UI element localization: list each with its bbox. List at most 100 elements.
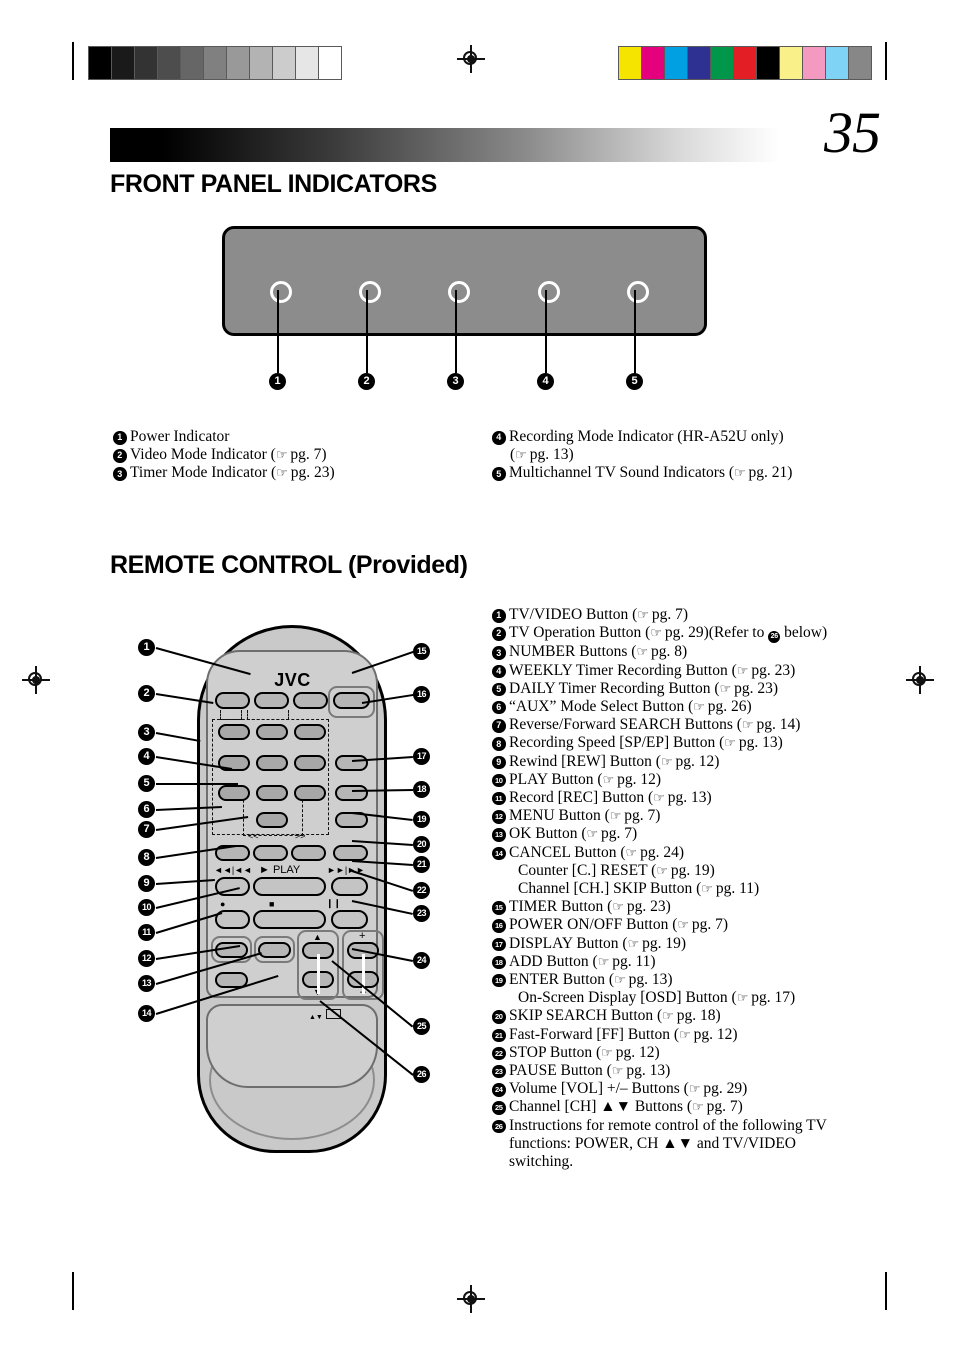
legend-item-number: 23 (492, 1064, 506, 1079)
section-title-front-panel: FRONT PANEL INDICATORS (110, 170, 437, 198)
color-swatch (780, 47, 803, 79)
legend-item-number: 9 (492, 755, 506, 770)
legend-item-number: 17 (492, 937, 506, 952)
button-play[interactable] (253, 877, 326, 896)
pointing-hand-icon: ☞ (597, 953, 610, 969)
legend-item-number: 4 (492, 431, 506, 445)
button-skip-search[interactable] (333, 845, 368, 861)
registration-mark-left (22, 666, 50, 694)
legend-item: 23 PAUSE Button (☞ pg. 13) (492, 1062, 852, 1080)
callout-rc-1: 1 (138, 639, 155, 656)
legend-item-number: 3 (113, 467, 127, 481)
gray-swatch (112, 47, 135, 79)
legend-item-label: Power Indicator (130, 428, 230, 445)
legend-item-number: 1 (113, 431, 127, 445)
number-button-3[interactable] (294, 724, 326, 740)
gray-swatch (273, 47, 296, 79)
legend-item-number: 16 (492, 919, 506, 933)
registration-mark-right (906, 666, 934, 694)
manual-page: 35 FRONT PANEL INDICATORS 1 2 3 4 5 1 Pow… (0, 0, 954, 1348)
registration-mark-bottom (457, 1285, 485, 1313)
gray-swatch (204, 47, 227, 79)
button-stop[interactable] (253, 910, 326, 929)
registration-mark-top (457, 45, 485, 73)
callout-rc-21: 21 (413, 856, 430, 873)
legend-item-label: PAUSE Button (☞ pg. 13) (509, 1061, 671, 1079)
legend-item: 4 Recording Mode Indicator (HR-A52U only)… (492, 428, 852, 464)
pointing-hand-icon: ☞ (736, 662, 749, 678)
legend-item: 19 ENTER Button (☞ pg. 13) On-Screen Displ… (492, 971, 852, 1007)
legend-item-label: MENU Button (☞ pg. 7) (509, 807, 661, 825)
legend-item: 22 STOP Button (☞ pg. 12) (492, 1044, 852, 1062)
callout-rc-17: 17 (413, 748, 430, 765)
button-timer[interactable] (293, 692, 328, 709)
indicator-led-3 (448, 281, 470, 303)
number-button-9[interactable] (294, 785, 326, 801)
pointing-hand-icon: ☞ (736, 990, 749, 1006)
crop-mark-top-left (72, 42, 74, 80)
number-button-0[interactable] (256, 812, 288, 828)
number-button-5[interactable] (256, 755, 288, 771)
callout-rc-9: 9 (138, 875, 155, 892)
pointing-hand-icon: ☞ (679, 1026, 691, 1042)
legend-item-label: PLAY Button (☞ pg. 12) (509, 770, 662, 788)
callout-rc-7: 7 (138, 821, 155, 838)
legend-item: 5 DAILY Timer Recording Button (☞ pg. 23) (492, 680, 852, 698)
button-add[interactable] (335, 785, 368, 801)
callout-fp-2: 2 (358, 373, 375, 390)
legend-item: 24 Volume [VOL] +/– Buttons (☞ pg. 29) (492, 1080, 852, 1098)
legend-item-subline: Counter [C.] RESET (☞ pg. 19) (518, 861, 715, 879)
pointing-hand-icon: ☞ (515, 447, 527, 463)
number-button-1[interactable] (218, 724, 250, 740)
legend-item: 5 Multichannel TV Sound Indicators (☞ pg.… (492, 464, 852, 482)
legend-item-label: TIMER Button (☞ pg. 23) (509, 898, 671, 916)
legend-item-label: Video Mode Indicator (☞ pg. 7) (130, 446, 327, 464)
button-display[interactable] (335, 755, 368, 771)
legend-item-number: 1 (492, 609, 506, 623)
callout-rc-13: 13 (138, 975, 155, 992)
play-label: ► PLAY (259, 864, 301, 876)
button-ok[interactable] (258, 942, 291, 958)
number-button-8[interactable] (256, 785, 288, 801)
button-tv-video[interactable] (215, 692, 250, 709)
crop-mark-bottom-left (72, 1272, 74, 1310)
number-button-7[interactable] (218, 785, 250, 801)
tv-hint-label: ▲▼ (309, 1014, 323, 1021)
pointing-hand-icon: ☞ (662, 1008, 674, 1024)
button-pause[interactable] (331, 910, 368, 929)
legend-item: 13 OK Button (☞ pg. 7) (492, 825, 852, 843)
number-button-6[interactable] (294, 755, 326, 771)
color-swatch (826, 47, 849, 79)
button-search-forward[interactable] (291, 845, 326, 861)
pointing-hand-icon: ☞ (275, 447, 288, 463)
legend-item-number: 24 (492, 1083, 506, 1097)
legend-item-number: 21 (492, 1028, 506, 1043)
legend-item-label: WEEKLY Timer Recording Button (☞ pg. 23) (509, 661, 796, 679)
legend-item-number: 5 (492, 467, 506, 481)
legend-item-number: 25 (492, 1101, 506, 1115)
callout-rc-23: 23 (413, 905, 430, 922)
indicator-led-1 (270, 281, 292, 303)
legend-item-number: 12 (492, 810, 506, 824)
callout-rc-15: 15 (413, 643, 430, 660)
pointing-hand-icon: ☞ (627, 935, 640, 951)
stop-symbol: ■ (269, 899, 275, 909)
number-button-2[interactable] (256, 724, 288, 740)
callout-rc-10: 10 (138, 899, 155, 916)
legend-item: 10 PLAY Button (☞ pg. 12) (492, 771, 852, 789)
callout-fp-3: 3 (447, 373, 464, 390)
crop-mark-top-right (885, 42, 887, 80)
button-fast-forward[interactable] (331, 877, 368, 896)
legend-item-label: OK Button (☞ pg. 7) (509, 825, 638, 843)
legend-item: 6 “AUX” Mode Select Button (☞ pg. 26) (492, 698, 852, 716)
leader-line-fp-3 (455, 290, 457, 373)
legend-item: 9 Rewind [REW] Button (☞ pg. 12) (492, 753, 852, 771)
remote-bottom-panel (206, 1004, 378, 1088)
button-tv-operation[interactable] (254, 692, 289, 709)
gray-swatch (89, 47, 112, 79)
callout-rc-18: 18 (413, 781, 430, 798)
legend-item-label: DISPLAY Button (☞ pg. 19) (509, 934, 687, 952)
color-control-bar (618, 46, 872, 80)
pointing-hand-icon: ☞ (614, 971, 626, 987)
button-search-reverse[interactable] (253, 845, 288, 861)
